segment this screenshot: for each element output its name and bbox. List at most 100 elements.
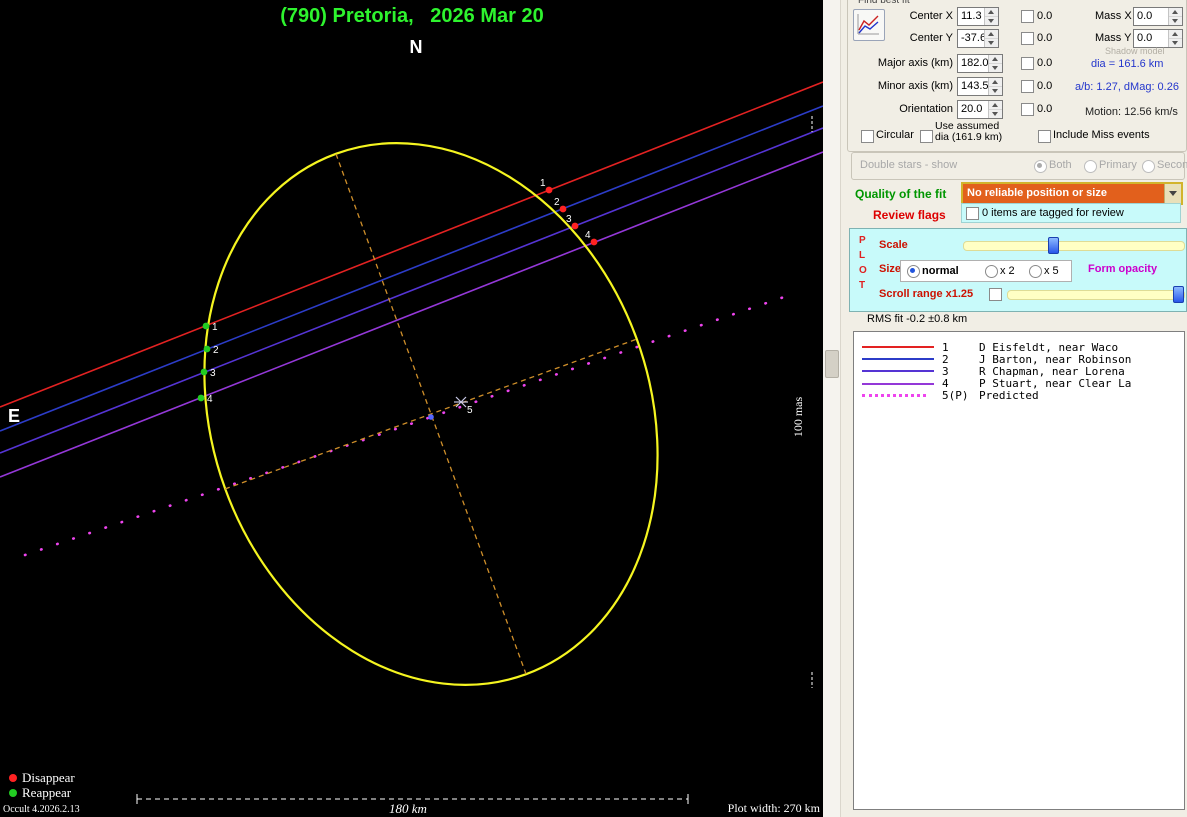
major-axis-input[interactable]: 182.0 [957,54,1003,73]
mass-y-value: 0.0 [1134,30,1168,47]
mass-y-spinner[interactable] [1168,30,1182,47]
size-x2-radio[interactable] [985,265,998,278]
plot-scrollbar[interactable] [823,0,841,817]
observer-listbox[interactable]: 1 D Eisfeldt, near Waco 2 J Barton, near… [853,331,1185,810]
center-y-err-checkbox[interactable] [1021,32,1034,45]
scale-slider[interactable] [963,241,1185,251]
east-label: E [8,406,20,426]
include-miss-checkbox[interactable] [1038,130,1051,143]
double-stars-secondary-radio[interactable] [1142,160,1155,173]
size-x5-label: x 5 [1044,265,1059,277]
minor-axis-spinner[interactable] [988,78,1002,95]
spin-up-icon[interactable] [989,78,1002,86]
center-y-input[interactable]: -37.6 [957,29,999,48]
plot-controls-panel: P L O T Scale Size normal x 2 x 5 Form o… [849,228,1187,312]
size-x5-radio[interactable] [1029,265,1042,278]
use-assumed-dia-label: Use assumed dia (161.9 km) [935,121,1002,143]
orientation-input[interactable]: 20.0 [957,100,1003,119]
fit-button[interactable] [853,9,885,41]
shadow-model-label: Shadow model [1105,46,1165,56]
spin-down-icon[interactable] [985,16,998,25]
major-axis-label: Major axis (km) [867,57,953,69]
observer-line-swatch [862,358,942,360]
size-normal-radio[interactable] [907,265,920,278]
observer-name: J Barton, near Robinson [979,353,1184,366]
observer-row-1[interactable]: 1 D Eisfeldt, near Waco [854,341,1184,353]
major-err-checkbox[interactable] [1021,57,1034,70]
plot-letter-o: O [859,265,867,276]
mass-x-label: Mass X [1095,10,1132,22]
plot-width-label: Plot width: 270 km [728,801,821,815]
svg-text:1: 1 [212,322,218,333]
plot-letter-p: P [859,235,866,246]
quality-dropdown[interactable]: No reliable position or size [961,182,1183,205]
occultation-plot: 1 2 3 4 1 2 3 4 5 (790) Pretoria, 2026 M… [0,0,823,817]
double-stars-title: Double stars - show [860,159,957,171]
double-stars-group: Double stars - show Both Primary Seconda… [851,152,1185,180]
major-err-label: 0.0 [1037,57,1052,69]
center-x-input[interactable]: 11.3 [957,7,999,26]
plot-scrollbar-thumb[interactable] [825,350,839,378]
spin-up-icon[interactable] [985,8,998,16]
spin-up-icon[interactable] [1169,30,1182,38]
spin-up-icon[interactable] [985,30,998,38]
plot-title: (790) Pretoria, 2026 Mar 20 [280,5,543,27]
observer-name: P Stuart, near Clear La [979,377,1184,390]
center-x-spinner[interactable] [984,8,998,25]
north-label: N [410,37,423,57]
observer-row-4[interactable]: 4 P Stuart, near Clear La [854,378,1184,390]
motion-label: Motion: 12.56 km/s [1085,106,1178,118]
center-y-spinner[interactable] [984,30,998,47]
minor-axis-value: 143.5 [958,78,988,95]
observer-number: 2 [942,353,979,366]
use-assumed-dia-checkbox[interactable] [920,130,933,143]
observer-name: D Eisfeldt, near Waco [979,341,1184,354]
observer-name: R Chapman, near Lorena [979,365,1184,378]
observer-number: 1 [942,341,979,354]
observer-row-2[interactable]: 2 J Barton, near Robinson [854,353,1184,365]
spin-down-icon[interactable] [989,109,1002,118]
form-opacity-label: Form opacity [1088,263,1157,275]
dropdown-arrow-icon[interactable] [1164,184,1181,203]
diameter-info-label: dia = 161.6 km [1091,58,1163,70]
center-x-err-checkbox[interactable] [1021,10,1034,23]
spin-down-icon[interactable] [989,63,1002,72]
opacity-slider[interactable] [1007,290,1185,300]
center-x-err-label: 0.0 [1037,10,1052,22]
spin-up-icon[interactable] [989,55,1002,63]
observer-line-swatch [862,394,942,397]
svg-text:4: 4 [207,394,213,405]
observer-row-5[interactable]: 5(P) Predicted [854,390,1184,402]
opacity-slider-thumb[interactable] [1173,286,1184,303]
mass-x-spinner[interactable] [1168,8,1182,25]
spin-down-icon[interactable] [989,86,1002,95]
scale-label: Scale [879,239,908,251]
minor-err-checkbox[interactable] [1021,80,1034,93]
orientation-spinner[interactable] [988,101,1002,118]
legend-disappear-dot [9,774,17,782]
double-stars-both-label: Both [1049,159,1072,171]
orientation-err-checkbox[interactable] [1021,103,1034,116]
center-x-label: Center X [893,10,953,22]
review-flags-box: 0 items are tagged for review [961,203,1181,223]
spin-down-icon[interactable] [1169,38,1182,47]
minor-axis-input[interactable]: 143.5 [957,77,1003,96]
major-axis-spinner[interactable] [988,55,1002,72]
observer-row-3[interactable]: 3 R Chapman, near Lorena [854,365,1184,377]
mass-x-input[interactable]: 0.0 [1133,7,1183,26]
review-checkbox[interactable] [966,207,979,220]
scroll-range-checkbox[interactable] [989,288,1002,301]
circular-checkbox[interactable] [861,130,874,143]
double-stars-both-radio[interactable] [1034,160,1047,173]
spin-down-icon[interactable] [985,38,998,47]
spin-down-icon[interactable] [1169,16,1182,25]
scale-slider-thumb[interactable] [1048,237,1059,254]
double-stars-primary-radio[interactable] [1084,160,1097,173]
spin-up-icon[interactable] [1169,8,1182,16]
observer-number: 3 [942,365,979,378]
spin-up-icon[interactable] [989,101,1002,109]
legend-reappear-label: Reappear [22,785,72,800]
observer-number: 4 [942,377,979,390]
svg-text:4: 4 [585,230,591,241]
occultation-plot-area: 1 2 3 4 1 2 3 4 5 (790) Pretoria, 2026 M… [0,0,823,817]
